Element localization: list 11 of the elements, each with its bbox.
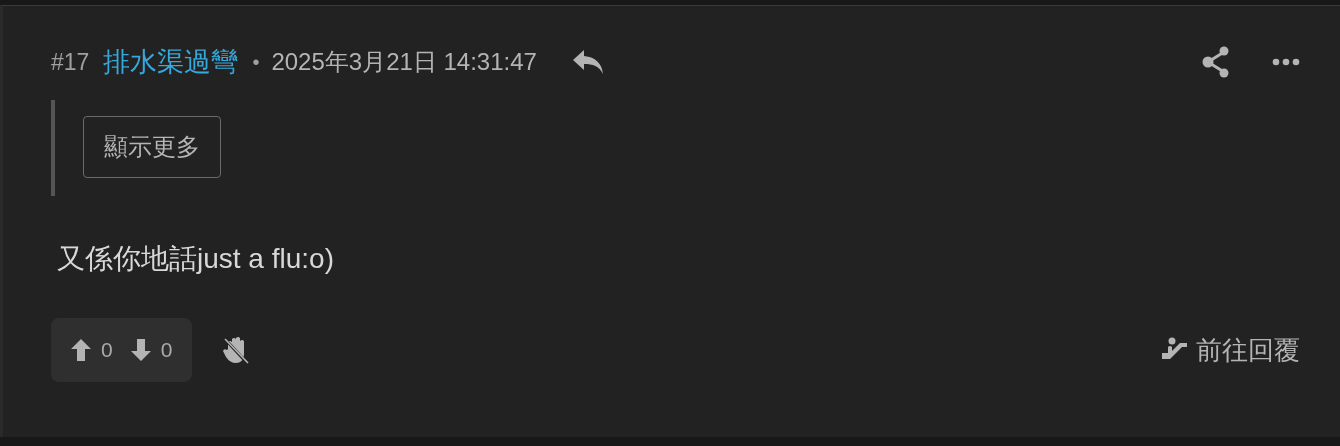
go-to-reply-button[interactable]: 前往回覆	[1160, 332, 1300, 368]
upvote-button[interactable]: 0	[71, 338, 113, 362]
post-number: #17	[51, 48, 90, 76]
author-link[interactable]: 排水渠過彎	[103, 44, 239, 80]
separator-dot: •	[252, 50, 260, 74]
post-timestamp: 2025年3月21日 14:31:47	[271, 47, 537, 77]
downvote-button[interactable]: 0	[130, 338, 173, 362]
post-body: 又係你地話just a flu:o)	[57, 242, 335, 276]
hand-slash-icon[interactable]	[222, 335, 251, 365]
more-options-icon[interactable]	[1272, 58, 1300, 66]
show-more-button[interactable]: 顯示更多	[83, 116, 221, 178]
